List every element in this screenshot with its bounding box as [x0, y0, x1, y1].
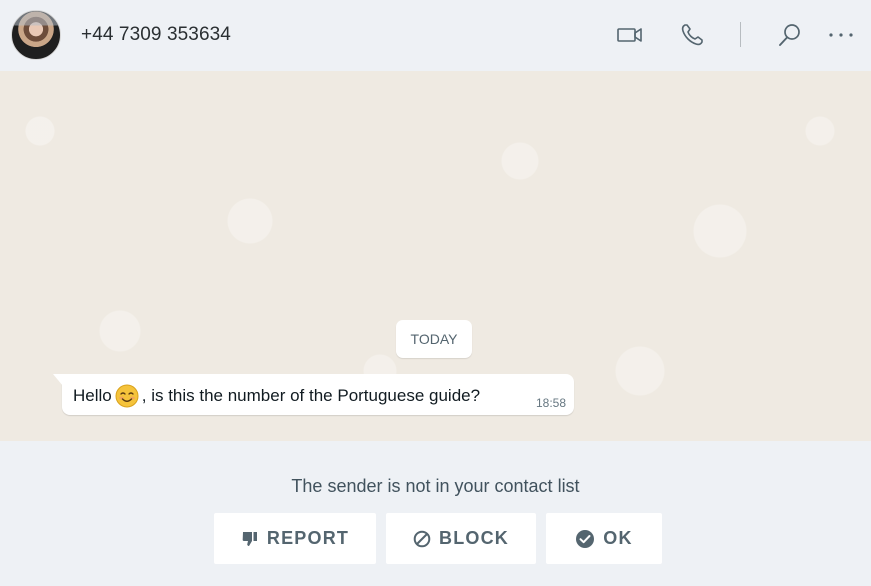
smiling-face-icon: [115, 384, 139, 408]
conversation-panel[interactable]: TODAY Hello , is this the number of the …: [0, 71, 871, 441]
header-divider: [740, 22, 741, 47]
date-separator: TODAY: [396, 320, 472, 358]
message-text-before: Hello: [73, 386, 112, 405]
check-circle-icon: [575, 529, 595, 549]
avatar[interactable]: [11, 10, 61, 60]
search-icon[interactable]: [775, 20, 805, 50]
report-button[interactable]: REPORT: [214, 513, 376, 564]
video-call-icon[interactable]: [615, 20, 645, 50]
block-button[interactable]: BLOCK: [386, 513, 536, 564]
chat-header: +44 7309 353634: [0, 0, 871, 71]
ok-button[interactable]: OK: [546, 513, 662, 564]
block-icon: [413, 530, 431, 548]
report-button-label: REPORT: [266, 528, 350, 548]
unknown-sender-panel: The sender is not in your contact list R…: [0, 441, 871, 586]
bubble-tail: [53, 374, 63, 386]
chat-window: +44 7309 353634 TODAY Hello , is this th…: [0, 0, 871, 586]
incoming-message[interactable]: Hello , is this the number of the Portug…: [53, 374, 574, 415]
message-timestamp: 18:58: [535, 396, 566, 410]
message-text-after: , is this the number of the Portuguese g…: [141, 386, 481, 405]
ok-button-label: OK: [603, 528, 633, 548]
voice-call-icon[interactable]: [677, 20, 707, 50]
thumbs-down-icon: [241, 530, 259, 548]
block-button-label: BLOCK: [439, 528, 509, 548]
unknown-sender-notice: The sender is not in your contact list: [291, 476, 580, 496]
contact-name[interactable]: +44 7309 353634: [81, 24, 231, 46]
more-options-icon[interactable]: [826, 20, 856, 50]
message-text: Hello , is this the number of the Portug…: [73, 384, 480, 408]
